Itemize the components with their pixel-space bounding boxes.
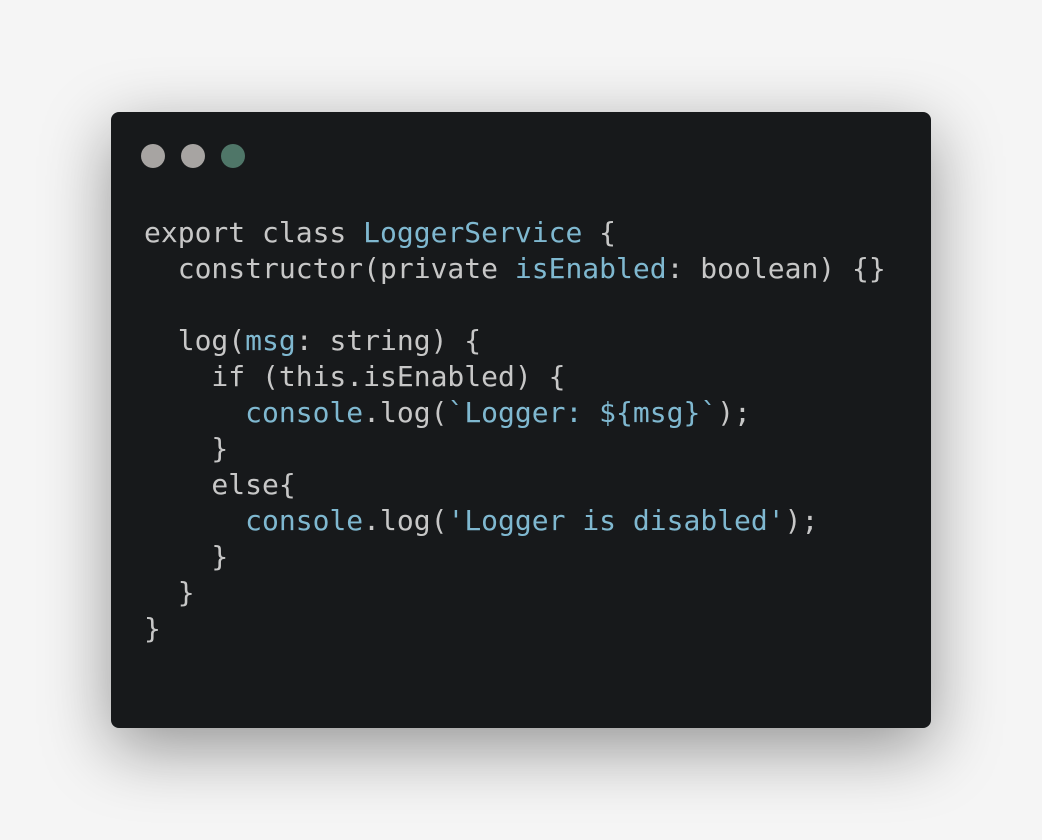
code-line: else{ <box>144 467 886 503</box>
code-line: log(msg: string) { <box>144 323 886 359</box>
code-token: } <box>144 576 195 609</box>
code-line: export class LoggerService { <box>144 215 886 251</box>
code-token: : string) { <box>295 324 482 357</box>
code-window: export class LoggerService { constructor… <box>111 112 931 728</box>
code-line: } <box>144 539 886 575</box>
maximize-dot-icon[interactable] <box>221 144 245 168</box>
code-token: } <box>144 432 229 465</box>
code-line: } <box>144 431 886 467</box>
code-block: export class LoggerService { constructor… <box>144 215 886 647</box>
code-token: constructor(private <box>144 252 515 285</box>
code-token: } <box>144 540 229 573</box>
code-line: constructor(private isEnabled: boolean) … <box>144 251 886 287</box>
code-line: if (this.isEnabled) { <box>144 359 886 395</box>
code-token: .log( <box>363 504 448 537</box>
code-token: export class <box>144 216 364 249</box>
code-token: ); <box>784 504 819 537</box>
code-line: } <box>144 611 886 647</box>
code-line: } <box>144 575 886 611</box>
code-token: ); <box>717 396 751 429</box>
code-token: : boolean) {} <box>666 252 886 285</box>
code-identifier-token: console <box>245 396 364 429</box>
code-token: if (this.isEnabled) { <box>144 360 566 393</box>
code-token: log( <box>144 324 246 357</box>
code-token: { <box>582 216 617 249</box>
minimize-dot-icon[interactable] <box>181 144 205 168</box>
code-identifier-token: 'Logger is disabled' <box>447 504 785 537</box>
code-line: console.log('Logger is disabled'); <box>144 503 886 539</box>
code-identifier-token: msg <box>245 324 296 357</box>
code-line: console.log(`Logger: ${msg}`); <box>144 395 886 431</box>
code-identifier-token: isEnabled <box>514 252 667 285</box>
code-token: } <box>144 612 161 645</box>
code-token: else{ <box>144 468 296 501</box>
code-identifier-token: `Logger: ${msg}` <box>447 396 718 429</box>
code-token: .log( <box>363 396 448 429</box>
window-controls <box>141 144 245 168</box>
code-identifier-token: console <box>245 504 364 537</box>
close-dot-icon[interactable] <box>141 144 165 168</box>
code-identifier-token: LoggerService <box>363 216 583 249</box>
